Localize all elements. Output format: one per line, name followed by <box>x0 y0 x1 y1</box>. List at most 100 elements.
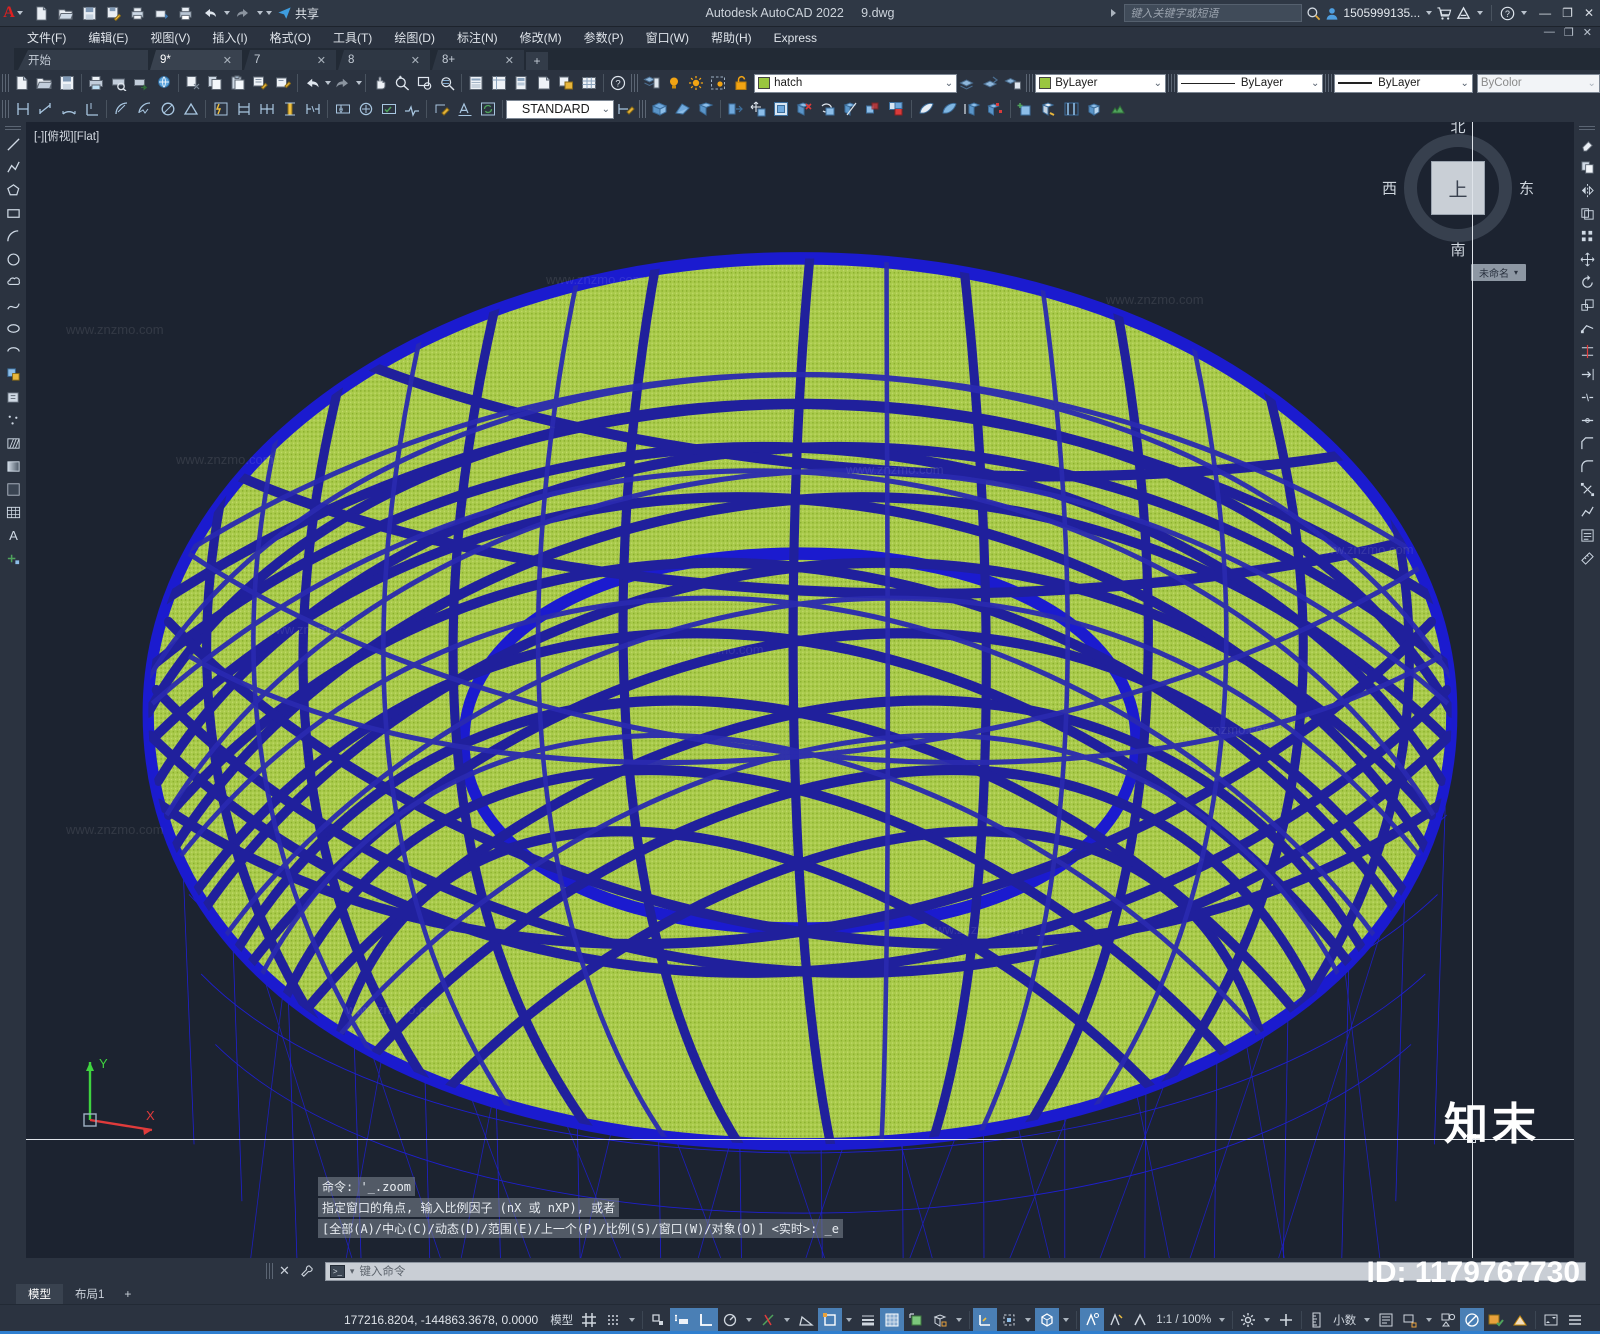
undo-dropdown-icon[interactable] <box>224 11 230 15</box>
new-icon[interactable] <box>30 2 53 24</box>
layer-freeze-vp-icon[interactable] <box>707 72 729 94</box>
layer-make-current-icon[interactable] <box>980 72 1002 94</box>
close-icon[interactable]: ✕ <box>385 54 420 67</box>
dim-edit-icon[interactable] <box>430 98 453 120</box>
tab-layout1[interactable]: 布局1 <box>63 1284 116 1304</box>
polar-dropdown-icon[interactable] <box>746 1317 753 1322</box>
save-icon[interactable] <box>78 2 101 24</box>
save-icon[interactable] <box>56 72 78 94</box>
edit-polyline-icon[interactable] <box>1576 501 1598 523</box>
move-3d-icon[interactable] <box>747 98 770 120</box>
annotation-scale-toggle[interactable] <box>1128 1308 1152 1332</box>
account-name[interactable]: 1505999135... <box>1343 6 1420 20</box>
help-icon[interactable]: ? <box>607 72 629 94</box>
solid-edit-icon[interactable] <box>984 98 1007 120</box>
command-bar-grip[interactable] <box>266 1263 273 1279</box>
chevron-down-icon[interactable] <box>16 11 23 15</box>
dim-text-edit-icon[interactable] <box>453 98 476 120</box>
object-snap-tracking-toggle[interactable] <box>756 1308 780 1332</box>
toolbar-grip[interactable] <box>2 74 9 92</box>
rectangle-icon[interactable] <box>2 202 24 224</box>
selection-filter-toggle[interactable] <box>997 1308 1021 1332</box>
match-properties-icon[interactable] <box>249 72 271 94</box>
units-icon[interactable] <box>1305 1308 1329 1332</box>
doc-restore-button[interactable]: ❐ <box>1564 26 1574 39</box>
lock-dropdown-icon[interactable] <box>1426 1317 1433 1322</box>
manage-xrefs-icon[interactable] <box>555 72 577 94</box>
3dprint-icon[interactable] <box>152 72 174 94</box>
maximize-button[interactable]: ❐ <box>1562 6 1573 20</box>
toolbar-grip[interactable] <box>631 74 639 92</box>
menu-tools[interactable]: 工具(T) <box>322 27 383 48</box>
object-snap-toggle[interactable] <box>818 1307 843 1332</box>
3d-object-snap-toggle[interactable] <box>928 1308 952 1332</box>
toolbar-grip[interactable] <box>1026 74 1034 92</box>
3d-rotate-icon[interactable] <box>816 98 839 120</box>
dim-linear-icon[interactable] <box>11 98 34 120</box>
annotation-scale-value[interactable]: 1:1 / 100% <box>1152 1308 1215 1332</box>
tab-drawing-8plus[interactable]: 8+ ✕ <box>432 50 524 70</box>
materials-icon[interactable] <box>1037 98 1060 120</box>
ellipse-arc-icon[interactable] <box>2 340 24 362</box>
toolbar-grip[interactable] <box>1168 74 1175 92</box>
publish-icon[interactable] <box>130 72 152 94</box>
menu-view[interactable]: 视图(V) <box>139 27 201 48</box>
close-icon[interactable]: ✕ <box>279 1263 290 1279</box>
layer-unlock-icon[interactable] <box>730 72 752 94</box>
angle-constraint-toggle[interactable] <box>794 1308 818 1332</box>
grid-display-toggle[interactable] <box>577 1308 601 1332</box>
plot-icon[interactable] <box>85 72 107 94</box>
close-icon[interactable]: ✕ <box>291 54 326 67</box>
jogged-linear-icon[interactable] <box>400 98 423 120</box>
graphics-performance-icon[interactable] <box>1460 1307 1485 1332</box>
doc-close-button[interactable]: ✕ <box>1583 26 1592 39</box>
designcenter-icon[interactable] <box>488 72 510 94</box>
properties-icon[interactable] <box>1576 524 1598 546</box>
slice-icon[interactable] <box>839 98 862 120</box>
chevron-down-icon[interactable]: ⌄ <box>1154 78 1162 89</box>
publish-icon[interactable] <box>150 2 173 24</box>
tab-drawing-8[interactable]: 8 ✕ <box>338 50 430 70</box>
undo-icon[interactable] <box>301 72 323 94</box>
gradient-icon[interactable] <box>2 455 24 477</box>
add-selected-icon[interactable] <box>2 547 24 569</box>
gizmo-toggle[interactable] <box>1035 1307 1060 1332</box>
solid-cone-icon[interactable] <box>694 98 717 120</box>
autodesk-apps-icon[interactable] <box>1456 6 1471 21</box>
snap-mode-toggle[interactable] <box>601 1308 625 1332</box>
view-cube[interactable]: 上 北 南 西 东 <box>1382 122 1534 259</box>
chevron-down-icon[interactable]: ▾ <box>350 1266 355 1277</box>
layer-states-icon[interactable] <box>1002 72 1024 94</box>
workspace-switching-icon[interactable] <box>1236 1308 1260 1332</box>
lineweight-toggle[interactable] <box>856 1308 880 1332</box>
ellipse-icon[interactable] <box>2 317 24 339</box>
menu-draw[interactable]: 绘图(D) <box>383 27 446 48</box>
autoscale-toggle[interactable] <box>1104 1308 1128 1332</box>
view-cube-top-face[interactable]: 上 <box>1431 161 1485 215</box>
compass-west-label[interactable]: 西 <box>1382 178 1397 199</box>
new-icon[interactable] <box>11 72 33 94</box>
dynamic-ucs-toggle[interactable] <box>973 1307 998 1332</box>
toolbar-grip[interactable] <box>5 126 21 132</box>
print-icon[interactable] <box>174 2 197 24</box>
layer-on-icon[interactable] <box>662 72 684 94</box>
search-input[interactable]: 键入关键字或短语 <box>1124 4 1303 22</box>
solid-wedge-icon[interactable] <box>671 98 694 120</box>
offset-icon[interactable] <box>1576 202 1598 224</box>
solid-box-icon[interactable] <box>648 98 671 120</box>
hatch-icon[interactable] <box>2 432 24 454</box>
zoom-window-icon[interactable] <box>413 72 435 94</box>
dimstyle-manager-icon[interactable] <box>614 98 637 120</box>
menu-modify[interactable]: 修改(M) <box>509 27 573 48</box>
menu-format[interactable]: 格式(O) <box>259 27 322 48</box>
share-button[interactable]: 共享 <box>277 5 319 22</box>
imprint-icon[interactable] <box>961 98 984 120</box>
dynamic-input-toggle[interactable] <box>670 1307 695 1332</box>
units-label[interactable]: 小数 <box>1329 1308 1360 1332</box>
chevron-down-icon[interactable]: ⌄ <box>602 104 610 115</box>
menu-file[interactable]: 文件(F) <box>16 27 77 48</box>
break-icon[interactable] <box>1576 386 1598 408</box>
menu-express[interactable]: Express <box>763 29 828 47</box>
ortho-mode-toggle[interactable] <box>694 1307 719 1332</box>
lineweight-control-combo[interactable]: ByLayer ⌄ <box>1334 73 1473 93</box>
